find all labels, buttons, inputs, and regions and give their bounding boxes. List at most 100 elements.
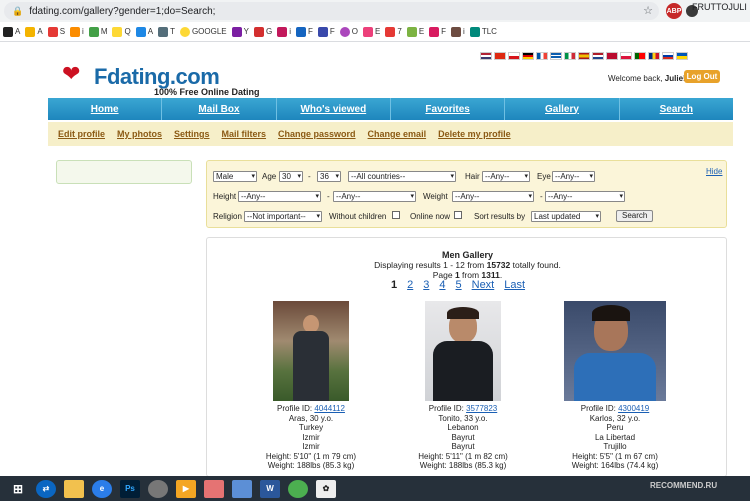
subnav-change-email[interactable]: Change email — [368, 129, 427, 139]
country-select[interactable]: --All countries-- — [348, 171, 456, 182]
bookmark-item[interactable]: 7 — [385, 26, 402, 37]
page-last[interactable]: Last — [504, 279, 525, 291]
bookmark-item[interactable]: A — [3, 26, 20, 37]
flag-icon[interactable] — [606, 52, 618, 60]
online-now-checkbox[interactable] — [454, 211, 462, 219]
bookmark-item[interactable]: GOOGLE — [179, 26, 227, 37]
bookmark-item[interactable]: M — [88, 26, 107, 37]
url-bar[interactable]: 🔒 fdating.com/gallery?gender=1;do=Search… — [4, 2, 659, 20]
bookmark-item[interactable]: S — [47, 26, 65, 37]
profile-country: Lebanon — [447, 423, 479, 432]
extension-abp-icon[interactable]: ABP — [666, 3, 682, 19]
url-text[interactable]: fdating.com/gallery?gender=1;do=Search; — [29, 6, 215, 17]
logout-button[interactable]: Log Out — [684, 70, 720, 83]
nav-whos-viewed[interactable]: Who's viewed — [277, 98, 391, 120]
bookmark-item[interactable]: F — [429, 26, 446, 37]
search-button[interactable]: Search — [616, 210, 654, 222]
profile-photo[interactable] — [564, 301, 666, 401]
bookmark-item[interactable]: Q — [112, 26, 131, 37]
file-explorer-icon[interactable] — [64, 479, 84, 498]
height-to-select[interactable]: --Any-- — [333, 191, 416, 202]
nav-search[interactable]: Search — [620, 98, 733, 120]
page-5[interactable]: 5 — [456, 279, 462, 291]
paw-icon[interactable]: ✿ — [316, 479, 336, 498]
flag-icon[interactable] — [494, 52, 506, 60]
bookmark-item[interactable]: TLC — [469, 26, 497, 37]
flag-icon[interactable] — [536, 52, 548, 60]
bookmark-item[interactable]: A — [25, 26, 43, 37]
subnav-change-password[interactable]: Change password — [278, 129, 356, 139]
bookmark-item[interactable]: F — [296, 26, 313, 37]
subnav-my-photos[interactable]: My photos — [117, 129, 162, 139]
search-filters: Male Age 30 - 36 --All countries-- Hair … — [206, 160, 727, 228]
bookmark-item[interactable]: i — [70, 26, 84, 37]
nav-favorites[interactable]: Favorites — [391, 98, 506, 120]
online-now-label: Online now — [410, 212, 451, 221]
height-from-select[interactable]: --Any-- — [238, 191, 321, 202]
flag-icon[interactable] — [620, 52, 632, 60]
subnav-edit-profile[interactable]: Edit profile — [58, 129, 105, 139]
nav-mailbox[interactable]: Mail Box — [162, 98, 277, 120]
calculator-icon[interactable] — [232, 479, 252, 498]
weight-from-select[interactable]: --Any-- — [452, 191, 534, 202]
flag-icon[interactable] — [578, 52, 590, 60]
calendar-icon[interactable] — [204, 479, 224, 498]
photoshop-icon[interactable]: Ps — [120, 479, 140, 498]
profile-id-link[interactable]: 4044112 — [314, 404, 345, 413]
eye-select[interactable]: --Any-- — [552, 171, 595, 182]
profile-name[interactable]: FRUTTOJULI — [692, 2, 747, 12]
app-icon[interactable] — [148, 479, 168, 498]
bookmark-item[interactable]: T — [158, 26, 175, 37]
bookmark-star-icon[interactable]: ☆ — [643, 4, 653, 17]
nav-gallery[interactable]: Gallery — [505, 98, 620, 120]
flag-icon[interactable] — [634, 52, 646, 60]
age-to-select[interactable]: 36 — [317, 171, 341, 182]
flag-icon[interactable] — [676, 52, 688, 60]
page-next[interactable]: Next — [472, 279, 495, 291]
bookmark-item[interactable]: i — [277, 26, 291, 37]
bookmark-item[interactable]: A — [135, 26, 153, 37]
chrome-icon[interactable] — [288, 479, 308, 498]
religion-select[interactable]: --Not important-- — [244, 211, 322, 222]
subnav-mail-filters[interactable]: Mail filters — [222, 129, 267, 139]
profile-photo[interactable] — [273, 301, 349, 401]
weight-to-select[interactable]: --Any-- — [545, 191, 625, 202]
hair-select[interactable]: --Any-- — [482, 171, 530, 182]
flag-icon[interactable] — [564, 52, 576, 60]
bookmark-item[interactable]: Y — [231, 26, 249, 37]
site-logo[interactable]: ❤ Fdating.com 100% Free Online Dating — [62, 62, 262, 98]
profile-id-link[interactable]: 3577823 — [466, 404, 497, 413]
subnav-delete-profile[interactable]: Delete my profile — [438, 129, 511, 139]
windows-start-icon[interactable]: ⊞ — [8, 480, 28, 498]
bookmark-item[interactable]: O — [339, 26, 358, 37]
bookmark-item[interactable]: i — [451, 26, 465, 37]
bookmark-item[interactable]: G — [253, 26, 272, 37]
sort-select[interactable]: Last updated — [531, 211, 601, 222]
subnav-settings[interactable]: Settings — [174, 129, 210, 139]
without-children-checkbox[interactable] — [392, 211, 400, 219]
browser-icon[interactable]: e — [92, 479, 112, 498]
page-4[interactable]: 4 — [439, 279, 445, 291]
bookmark-item[interactable]: E — [363, 26, 380, 37]
word-icon[interactable]: W — [260, 479, 280, 498]
page-3[interactable]: 3 — [423, 279, 429, 291]
bookmark-item[interactable]: F — [317, 26, 335, 37]
flag-icon[interactable] — [662, 52, 674, 60]
profile-id-link[interactable]: 4300419 — [618, 404, 649, 413]
media-player-icon[interactable]: ▶ — [176, 479, 196, 498]
flag-icon[interactable] — [480, 52, 492, 60]
bookmark-item[interactable]: E — [406, 26, 424, 37]
age-from-select[interactable]: 30 — [279, 171, 303, 182]
flag-icon[interactable] — [550, 52, 562, 60]
profile-region: Bayrut — [451, 432, 475, 442]
nav-home[interactable]: Home — [48, 98, 163, 120]
flag-icon[interactable] — [522, 52, 534, 60]
profile-photo[interactable] — [425, 301, 501, 401]
gender-select[interactable]: Male — [213, 171, 257, 182]
hide-filters-link[interactable]: Hide — [706, 167, 722, 176]
flag-icon[interactable] — [648, 52, 660, 60]
teamviewer-icon[interactable]: ⇄ — [36, 479, 56, 498]
flag-icon[interactable] — [508, 52, 520, 60]
flag-icon[interactable] — [592, 52, 604, 60]
page-2[interactable]: 2 — [407, 279, 413, 291]
